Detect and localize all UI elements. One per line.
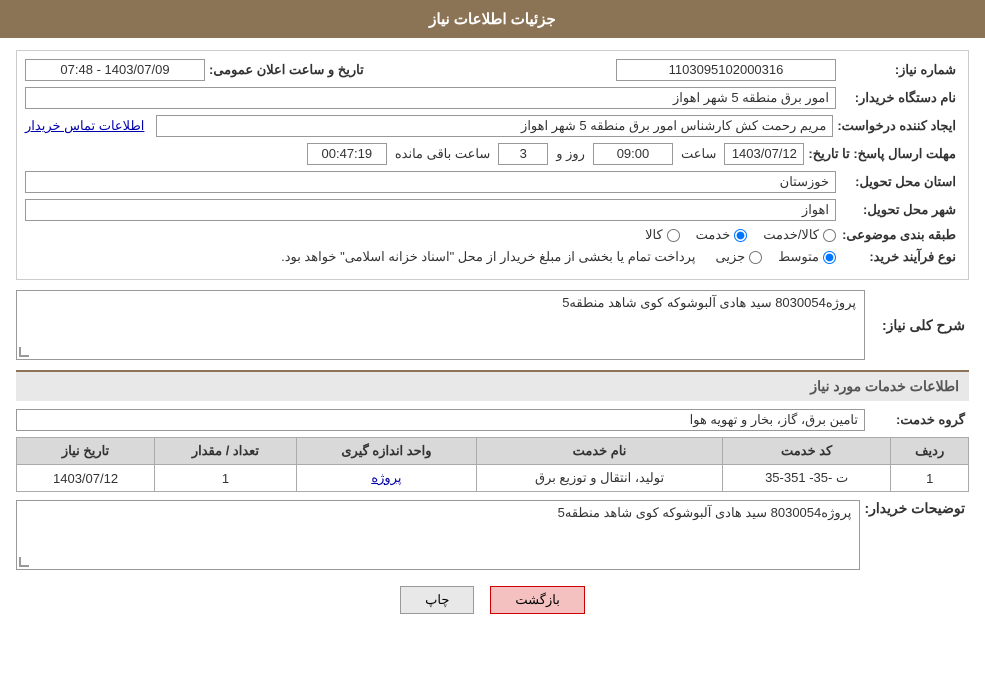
purchase-type-label: نوع فرآیند خرید: — [840, 249, 960, 265]
row-buyer-desc: توضیحات خریدار: پروژه8030054 سید هادی آل… — [16, 500, 969, 570]
category-option-kala[interactable]: کالا — [645, 227, 680, 243]
back-button[interactable]: بازگشت — [490, 586, 584, 614]
remaining-label: ساعت باقی مانده — [391, 144, 494, 164]
response-days-label: روز و — [552, 144, 589, 164]
services-table: ردیف کد خدمت نام خدمت واحد اندازه گیری ت… — [16, 437, 969, 492]
purchase-type-radio-jozyi[interactable] — [749, 251, 762, 264]
col-header-name: نام خدمت — [477, 438, 723, 465]
purchase-type-option-jozyi[interactable]: جزیی — [715, 249, 762, 265]
announce-datetime-value: 1403/07/09 - 07:48 — [25, 59, 205, 81]
need-number-label: شماره نیاز: — [840, 62, 960, 78]
row-buyer-name: نام دستگاه خریدار: امور برق منطقه 5 شهر … — [25, 87, 960, 109]
category-option-khadamat[interactable]: خدمت — [696, 227, 748, 243]
response-time-value: 09:00 — [593, 143, 673, 165]
creator-value: مریم رحمت کش کارشناس امور برق منطقه 5 شه… — [156, 115, 833, 137]
row-creator: ایجاد کننده درخواست: مریم رحمت کش کارشنا… — [25, 115, 960, 137]
province-label: استان محل تحویل: — [840, 174, 960, 190]
cell-unit[interactable]: پروژه — [296, 465, 476, 492]
purchase-type-option-motawaset[interactable]: متوسط — [778, 249, 836, 265]
purchase-type-label-jozyi: جزیی — [715, 249, 745, 265]
cell-quantity: 1 — [155, 465, 297, 492]
service-group-value: تامین برق، گاز، بخار و تهویه هوا — [16, 409, 865, 431]
table-header-row: ردیف کد خدمت نام خدمت واحد اندازه گیری ت… — [17, 438, 969, 465]
city-label: شهر محل تحویل: — [840, 202, 960, 218]
page-header: جزئیات اطلاعات نیاز — [0, 0, 985, 38]
creator-label: ایجاد کننده درخواست: — [837, 118, 960, 134]
category-label: طبقه بندی موضوعی: — [840, 227, 960, 243]
table-row: 1 ت -35- 351-35 تولید، انتقال و توزیع بر… — [17, 465, 969, 492]
services-section-title: اطلاعات خدمات مورد نیاز — [16, 370, 969, 401]
row-city: شهر محل تحویل: اهواز — [25, 199, 960, 221]
purchase-type-label-motawaset: متوسط — [778, 249, 819, 265]
category-radio-group: کالا/خدمت خدمت کالا — [645, 227, 836, 243]
buyer-desc-box: پروژه8030054 سید هادی آلبوشوکه کوی شاهد … — [16, 500, 860, 570]
need-description-box: پروژه8030054 سید هادی آلبوشوکه کوی شاهد … — [16, 290, 865, 360]
response-days-value: 3 — [498, 143, 548, 165]
buyer-desc-value: پروژه8030054 سید هادی آلبوشوکه کوی شاهد … — [558, 505, 852, 520]
category-radio-khadamat[interactable] — [734, 229, 747, 242]
cell-code: ت -35- 351-35 — [722, 465, 890, 492]
response-date-value: 1403/07/12 — [724, 143, 804, 165]
cell-name: تولید، انتقال و توزیع برق — [477, 465, 723, 492]
buttons-row: بازگشت چاپ — [16, 586, 969, 614]
col-header-quantity: تعداد / مقدار — [155, 438, 297, 465]
cell-row-num: 1 — [891, 465, 969, 492]
form-section-top: شماره نیاز: 1103095102000316 تاریخ و ساع… — [16, 50, 969, 280]
need-number-value: 1103095102000316 — [616, 59, 836, 81]
category-radio-kala[interactable] — [667, 229, 680, 242]
resize-handle-buyer-desc — [19, 557, 29, 567]
page-wrapper: جزئیات اطلاعات نیاز شماره نیاز: 11030951… — [0, 0, 985, 691]
buyer-name-value: امور برق منطقه 5 شهر اهواز — [25, 87, 836, 109]
print-button[interactable]: چاپ — [400, 586, 474, 614]
city-value: اهواز — [25, 199, 836, 221]
row-need-description: شرح کلی نیاز: پروژه8030054 سید هادی آلبو… — [16, 290, 969, 360]
col-header-row-num: ردیف — [891, 438, 969, 465]
buyer-desc-label: توضیحات خریدار: — [864, 500, 969, 517]
col-header-date: تاریخ نیاز — [17, 438, 155, 465]
purchase-type-note: پرداخت تمام یا بخشی از مبلغ خریدار از مح… — [281, 249, 695, 265]
announce-datetime-label: تاریخ و ساعت اعلان عمومی: — [209, 62, 368, 78]
category-option-kala-khadamat[interactable]: کالا/خدمت — [763, 227, 836, 243]
resize-handle-description — [19, 347, 29, 357]
page-title: جزئیات اطلاعات نیاز — [429, 11, 556, 28]
main-content: شماره نیاز: 1103095102000316 تاریخ و ساع… — [0, 38, 985, 636]
col-header-unit: واحد اندازه گیری — [296, 438, 476, 465]
cell-date: 1403/07/12 — [17, 465, 155, 492]
col-header-code: کد خدمت — [722, 438, 890, 465]
row-province: استان محل تحویل: خوزستان — [25, 171, 960, 193]
contact-link[interactable]: اطلاعات تماس خریدار — [25, 118, 144, 134]
service-group-label: گروه خدمت: — [869, 412, 969, 428]
need-description-value: پروژه8030054 سید هادی آلبوشوکه کوی شاهد … — [562, 295, 856, 310]
remaining-value: 00:47:19 — [307, 143, 387, 165]
category-label-kala-khadamat: کالا/خدمت — [763, 227, 819, 243]
category-radio-kala-khadamat[interactable] — [823, 229, 836, 242]
row-category: طبقه بندی موضوعی: کالا/خدمت خدمت کالا — [25, 227, 960, 243]
row-purchase-type: نوع فرآیند خرید: متوسط جزیی پرداخت تمام … — [25, 249, 960, 265]
purchase-type-radio-group: متوسط جزیی — [715, 249, 836, 265]
response-time-label: ساعت — [677, 144, 720, 164]
row-response-deadline: مهلت ارسال پاسخ: تا تاریخ: 1403/07/12 سا… — [25, 143, 960, 165]
category-label-khadamat: خدمت — [696, 227, 731, 243]
category-label-kala: کالا — [645, 227, 663, 243]
row-need-number: شماره نیاز: 1103095102000316 تاریخ و ساع… — [25, 59, 960, 81]
need-description-label: شرح کلی نیاز: — [869, 317, 969, 334]
buyer-name-label: نام دستگاه خریدار: — [840, 90, 960, 106]
response-deadline-label: مهلت ارسال پاسخ: تا تاریخ: — [808, 146, 960, 162]
province-value: خوزستان — [25, 171, 836, 193]
purchase-type-radio-motawaset[interactable] — [823, 251, 836, 264]
row-service-group: گروه خدمت: تامین برق، گاز، بخار و تهویه … — [16, 409, 969, 431]
